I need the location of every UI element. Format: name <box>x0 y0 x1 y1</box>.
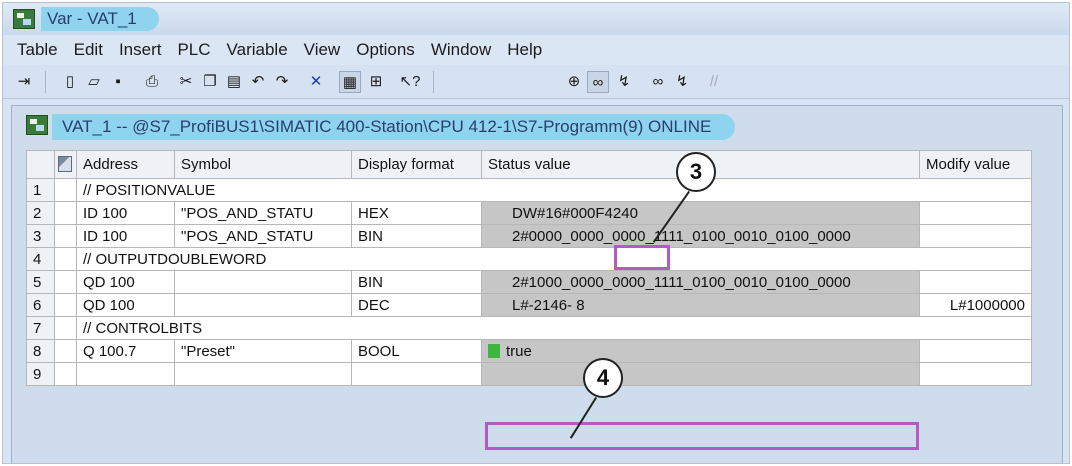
menu-plc[interactable]: PLC <box>169 35 218 65</box>
modify-cell[interactable] <box>919 201 1032 225</box>
table-row[interactable]: 8 Q 100.7 "Preset" BOOL true <box>26 339 1032 363</box>
table-row[interactable]: 6 QD 100 DEC L#-2146- 8 L#1000000 <box>26 293 1032 317</box>
table-row[interactable]: 2 ID 100 "POS_AND_STATU HEX DW#16#000F42… <box>26 201 1032 225</box>
paste-icon[interactable]: ▤ <box>223 71 245 93</box>
variable-table: Address Symbol Display format Status val… <box>26 150 1032 386</box>
child-title-bar: VAT_1 -- @S7_ProfiBUS1\SIMATIC 400-Stati… <box>12 106 1062 146</box>
symbol-cell[interactable]: "Preset" <box>174 339 352 363</box>
cut-icon[interactable]: ✂ <box>175 71 197 93</box>
menu-options[interactable]: Options <box>348 35 423 65</box>
save-icon[interactable]: ▪ <box>107 71 129 93</box>
child-window-title: VAT_1 -- @S7_ProfiBUS1\SIMATIC 400-Stati… <box>52 114 736 140</box>
comment-cell[interactable]: // OUTPUTDOUBLEWORD <box>76 247 1032 271</box>
help-icon[interactable]: ↖? <box>399 71 421 93</box>
app-window: Var - VAT_1 Table Edit Insert PLC Variab… <box>2 2 1070 464</box>
network-icon[interactable]: ⊞ <box>365 71 387 93</box>
modify-cell[interactable]: L#1000000 <box>919 293 1032 317</box>
format-cell[interactable]: HEX <box>351 201 482 225</box>
copy-icon[interactable]: ❐ <box>199 71 221 93</box>
status-cell: 2#0000_0000_0000_1111_0100_0010_0100_000… <box>481 224 920 248</box>
toolbar: ⇥ ▯ ▱ ▪ ⎙ ✂ ❐ ▤ ↶ ↷ ✕ ▦ ⊞ ↖? ⊕ ∞ ↯ ∞ ↯ /… <box>3 65 1069 99</box>
menu-window[interactable]: Window <box>423 35 499 65</box>
callout-4: 4 <box>583 358 623 398</box>
window-title: Var - VAT_1 <box>41 7 159 31</box>
modify-variable-icon[interactable]: ↯ <box>613 71 635 93</box>
open-icon[interactable]: ▱ <box>83 71 105 93</box>
address-cell[interactable]: ID 100 <box>76 224 175 248</box>
menu-insert[interactable]: Insert <box>111 35 170 65</box>
header-address[interactable]: Address <box>76 150 175 179</box>
modify-cell[interactable] <box>919 339 1032 363</box>
table-row[interactable]: 1 // POSITIONVALUE <box>26 178 1032 202</box>
title-bar: Var - VAT_1 <box>3 3 1069 35</box>
menu-edit[interactable]: Edit <box>66 35 111 65</box>
address-cell[interactable]: QD 100 <box>76 270 175 294</box>
monitor-variable-icon[interactable]: ∞ <box>587 71 609 93</box>
symbol-cell[interactable]: "POS_AND_STATU <box>174 201 352 225</box>
status-cell: 2#1000_0000_0000_1111_0100_0010_0100_000… <box>481 270 920 294</box>
table-row[interactable]: 3 ID 100 "POS_AND_STATU BIN 2#0000_0000_… <box>26 224 1032 248</box>
symbol-cell[interactable]: "POS_AND_STATU <box>174 224 352 248</box>
table-row[interactable]: 7 // CONTROLBITS <box>26 316 1032 340</box>
table-row[interactable]: 4 // OUTPUTDOUBLEWORD <box>26 247 1032 271</box>
format-cell[interactable]: BOOL <box>351 339 482 363</box>
column-status-icon <box>58 156 72 172</box>
menu-variable[interactable]: Variable <box>219 35 296 65</box>
table-header-row: Address Symbol Display format Status val… <box>26 150 1032 179</box>
comment-cell[interactable]: // POSITIONVALUE <box>76 178 1032 202</box>
callout-3: 3 <box>676 152 716 192</box>
pin-icon[interactable]: ⇥ <box>13 71 35 93</box>
monitor-icon[interactable]: ▦ <box>339 71 361 93</box>
header-symbol[interactable]: Symbol <box>174 150 352 179</box>
vat-child-window: VAT_1 -- @S7_ProfiBUS1\SIMATIC 400-Stati… <box>11 105 1063 463</box>
new-icon[interactable]: ▯ <box>59 71 81 93</box>
simatic-app-icon <box>13 9 35 29</box>
address-cell[interactable]: QD 100 <box>76 293 175 317</box>
print-icon[interactable]: ⎙ <box>141 71 163 93</box>
status-cell: DW#16#000F4240 <box>481 201 920 225</box>
menu-help[interactable]: Help <box>499 35 550 65</box>
address-cell[interactable]: ID 100 <box>76 201 175 225</box>
status-cell-bool: true <box>481 339 920 363</box>
table-row[interactable]: 9 <box>26 362 1032 386</box>
menu-bar: Table Edit Insert PLC Variable View Opti… <box>3 35 1069 65</box>
table-row[interactable]: 5 QD 100 BIN 2#1000_0000_0000_1111_0100_… <box>26 270 1032 294</box>
format-cell[interactable]: BIN <box>351 270 482 294</box>
activate-icon[interactable]: ↯ <box>671 71 693 93</box>
trigger-icon[interactable]: ⊕ <box>563 71 585 93</box>
comment-cell[interactable]: // CONTROLBITS <box>76 316 1032 340</box>
header-modify-value[interactable]: Modify value <box>919 150 1032 179</box>
true-indicator-icon <box>488 343 500 358</box>
delete-icon[interactable]: ✕ <box>305 71 327 93</box>
modify-cell[interactable] <box>919 270 1032 294</box>
menu-view[interactable]: View <box>296 35 349 65</box>
modify-cell[interactable] <box>919 224 1032 248</box>
simatic-table-icon <box>26 115 48 135</box>
address-cell[interactable]: Q 100.7 <box>76 339 175 363</box>
menu-table[interactable]: Table <box>9 35 66 65</box>
update-icon[interactable]: ∞ <box>647 71 669 93</box>
format-cell[interactable]: BIN <box>351 224 482 248</box>
symbol-cell[interactable] <box>174 270 352 294</box>
status-cell: L#-2146- 8 <box>481 293 920 317</box>
format-cell[interactable]: DEC <box>351 293 482 317</box>
force-icon[interactable]: // <box>703 71 725 93</box>
undo-icon[interactable]: ↶ <box>247 71 269 93</box>
header-display-format[interactable]: Display format <box>351 150 482 179</box>
symbol-cell[interactable] <box>174 293 352 317</box>
redo-icon[interactable]: ↷ <box>271 71 293 93</box>
